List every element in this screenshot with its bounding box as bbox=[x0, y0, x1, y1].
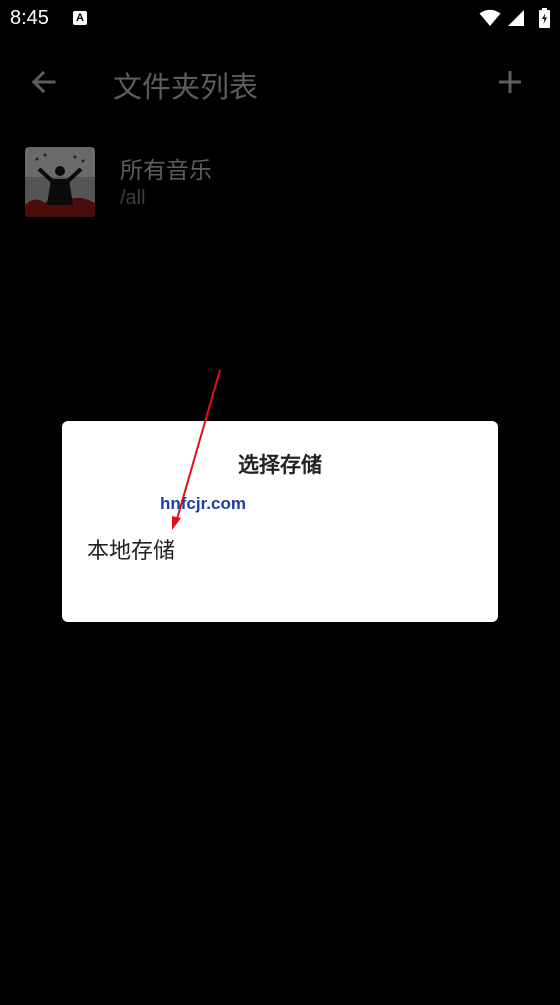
plus-icon bbox=[499, 71, 521, 93]
cell-signal-icon bbox=[508, 10, 524, 26]
add-folder-button[interactable] bbox=[488, 60, 532, 104]
app-bar: 文件夹列表 bbox=[0, 40, 560, 124]
dialog-title: 选择存储 bbox=[238, 453, 322, 477]
page-title: 文件夹列表 bbox=[113, 70, 259, 104]
wifi-icon bbox=[479, 9, 501, 26]
folder-thumbnail bbox=[25, 147, 95, 217]
back-button[interactable] bbox=[22, 60, 66, 104]
battery-icon bbox=[539, 8, 550, 28]
folder-path: /all bbox=[120, 187, 146, 209]
storage-option-local[interactable]: 本地存储 bbox=[87, 533, 175, 565]
folder-name: 所有音乐 bbox=[120, 158, 212, 184]
notification-a-icon: A bbox=[73, 11, 87, 25]
arrow-back-icon bbox=[31, 70, 56, 94]
watermark-text: hnfcjr.com bbox=[160, 494, 246, 513]
conductor-album-art-icon bbox=[25, 147, 95, 217]
status-bar: 8:45 A bbox=[0, 0, 560, 40]
folder-list-item[interactable]: 所有音乐 /all bbox=[0, 140, 560, 226]
select-storage-dialog: 选择存储 本地存储 bbox=[62, 421, 498, 622]
status-time: 8:45 bbox=[10, 7, 49, 29]
